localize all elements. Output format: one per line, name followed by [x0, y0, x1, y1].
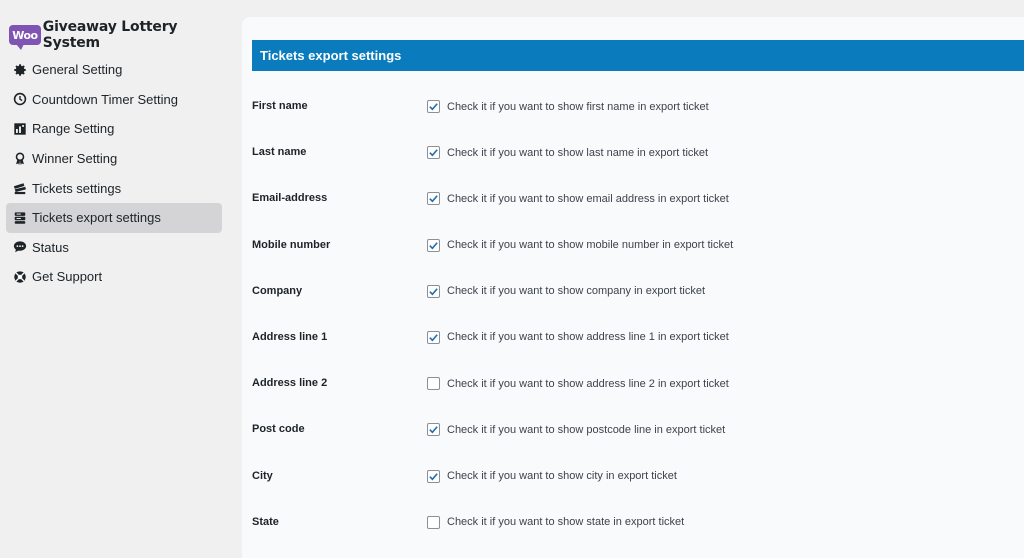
first-name-checkbox[interactable] — [427, 100, 440, 113]
setting-description: Check it if you want to show company in … — [447, 285, 706, 298]
sidebar: Woo Giveaway Lottery System General Sett… — [0, 0, 232, 558]
address-line-2-checkbox[interactable] — [427, 377, 440, 391]
setting-description: Check it if you want to show email addre… — [447, 192, 729, 205]
setting-label: Post code — [252, 423, 305, 436]
checkmark-icon — [429, 241, 438, 250]
award-icon — [13, 152, 27, 166]
setting-field: Check it if you want to show email addre… — [427, 192, 729, 206]
sidebar-item-label: Winner Setting — [32, 151, 118, 167]
panel-title: Tickets export settings — [252, 40, 1024, 71]
setting-row-mobile-number: Mobile number Check it if you want to sho… — [252, 223, 1024, 269]
sidebar-item-label: Get Support — [32, 269, 103, 285]
setting-row-company: Company Check it if you want to show comp… — [252, 269, 1024, 315]
setting-label: Mobile number — [252, 238, 331, 251]
brand: Woo Giveaway Lottery System — [9, 19, 232, 51]
setting-field: Check it if you want to show company in … — [427, 284, 706, 298]
state-checkbox[interactable] — [427, 515, 440, 529]
setting-label: Last name — [252, 146, 307, 159]
sidebar-item-label: Tickets settings — [32, 180, 122, 196]
main-content: Tickets export settings First name Check … — [242, 17, 1024, 558]
setting-label: Email-address — [252, 192, 328, 205]
setting-field: Check it if you want to show address lin… — [427, 377, 729, 391]
last-name-checkbox[interactable] — [427, 146, 440, 160]
address-line-1-checkbox[interactable] — [427, 330, 440, 344]
checkmark-icon — [429, 426, 438, 434]
email-address-checkbox[interactable] — [427, 192, 440, 206]
setting-row-address-line-2: Address line 2 Check it if you want to sh… — [252, 361, 1024, 407]
setting-field: Check it if you want to show mobile numb… — [427, 238, 734, 252]
settings-list: First name Check it if you want to show f… — [252, 84, 1024, 546]
setting-description: Check it if you want to show first name … — [447, 100, 709, 113]
sidebar-item-countdown-timer-setting[interactable]: Countdown Timer Setting — [6, 85, 222, 115]
setting-row-city: City Check it if you want to show city in… — [252, 454, 1024, 500]
checkmark-icon — [429, 472, 438, 480]
sidebar-item-label: Status — [32, 239, 69, 255]
sidebar-item-label: Range Setting — [32, 121, 115, 137]
setting-description: Check it if you want to show state in ex… — [447, 516, 685, 529]
sidebar-item-tickets-export-settings[interactable]: Tickets export settings — [6, 202, 222, 233]
setting-row-post-code: Post code Check it if you want to show po… — [252, 407, 1024, 453]
sidebar-item-label: General Setting — [32, 62, 123, 78]
setting-field: Check it if you want to show address lin… — [427, 330, 729, 344]
setting-field: Check it if you want to show city in exp… — [427, 469, 677, 483]
setting-description: Check it if you want to show mobile numb… — [447, 239, 734, 252]
tickets-icon — [13, 181, 27, 195]
setting-row-first-name: First name Check it if you want to show f… — [252, 84, 1024, 130]
checkmark-icon — [429, 195, 438, 203]
setting-row-state: State Check it if you want to show state … — [252, 500, 1024, 546]
setting-description: Check it if you want to show last name i… — [447, 146, 709, 159]
app-title: Giveaway Lottery System — [42, 19, 178, 51]
setting-field: Check it if you want to show state in ex… — [427, 515, 685, 529]
gear-icon — [13, 63, 27, 77]
sidebar-item-status[interactable]: Status — [6, 233, 222, 263]
city-checkbox[interactable] — [427, 469, 440, 483]
sidebar-item-winner-setting[interactable]: Winner Setting — [6, 144, 222, 174]
clock-icon — [13, 92, 27, 106]
post-code-checkbox[interactable] — [427, 423, 440, 437]
sidebar-item-general-setting[interactable]: General Setting — [6, 55, 222, 85]
setting-label: First name — [252, 100, 308, 112]
setting-row-email-address: Email-address Check it if you want to sho… — [252, 176, 1024, 222]
setting-label: Address line 1 — [252, 330, 328, 343]
sidebar-item-label: Tickets export settings — [32, 210, 161, 226]
range-icon — [13, 122, 27, 136]
setting-label: City — [252, 469, 273, 482]
setting-description: Check it if you want to show address lin… — [447, 331, 729, 344]
setting-field: Check it if you want to show last name i… — [427, 146, 709, 160]
setting-label: Company — [252, 284, 303, 297]
sidebar-item-label: Countdown Timer Setting — [32, 91, 178, 107]
setting-row-address-line-1: Address line 1 Check it if you want to sh… — [252, 315, 1024, 361]
checkmark-icon — [429, 334, 438, 342]
setting-label: State — [252, 515, 279, 528]
setting-field: Check it if you want to show first name … — [427, 100, 709, 113]
sidebar-item-range-setting[interactable]: Range Setting — [6, 114, 222, 144]
checkmark-icon — [429, 287, 438, 296]
setting-label: Address line 2 — [252, 377, 328, 390]
sidebar-item-get-support[interactable]: Get Support — [6, 262, 222, 292]
setting-description: Check it if you want to show city in exp… — [447, 470, 677, 482]
setting-row-last-name: Last name Check it if you want to show la… — [252, 130, 1024, 176]
chat-icon — [13, 240, 27, 254]
checkmark-icon — [429, 149, 438, 157]
setting-description: Check it if you want to show address lin… — [447, 377, 729, 390]
company-checkbox[interactable] — [427, 284, 440, 298]
mobile-number-checkbox[interactable] — [427, 238, 440, 252]
woo-logo: Woo — [9, 25, 41, 50]
setting-field: Check it if you want to show postcode li… — [427, 423, 726, 437]
sidebar-item-tickets-settings[interactable]: Tickets settings — [6, 173, 222, 203]
lifebuoy-icon — [13, 270, 27, 284]
checkmark-icon — [429, 103, 438, 111]
sidebar-menu: General Setting Countdown Timer Setting Ra… — [6, 55, 222, 292]
setting-description: Check it if you want to show postcode li… — [447, 423, 726, 436]
export-icon — [13, 211, 27, 225]
